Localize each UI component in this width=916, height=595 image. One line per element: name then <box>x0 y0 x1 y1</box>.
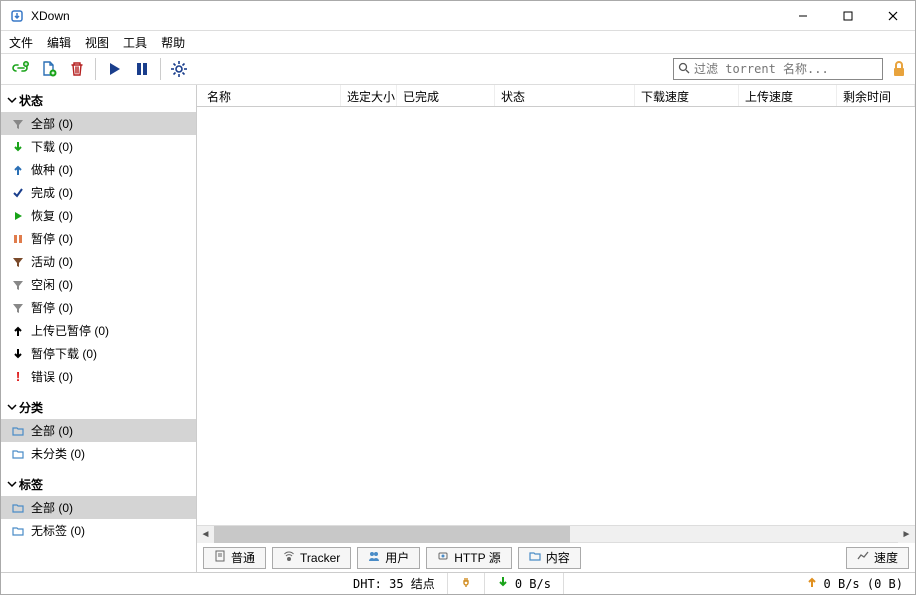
http-icon <box>437 550 449 565</box>
tab-http[interactable]: HTTP 源 <box>426 547 511 569</box>
statusbar: DHT: 35 结点 0 B/s 0 B/s (0 B) <box>1 572 915 594</box>
horizontal-scrollbar[interactable]: ◄ ► <box>197 525 915 542</box>
scroll-thumb[interactable] <box>214 526 570 543</box>
sidebar-item-stalled[interactable]: 暂停 (0) <box>1 296 196 319</box>
sidebar-item-category-uncategorized[interactable]: 未分类 (0) <box>1 442 196 465</box>
folder-icon <box>529 550 541 565</box>
users-icon <box>368 550 380 565</box>
search-input[interactable] <box>694 62 878 76</box>
scroll-left-icon[interactable]: ◄ <box>197 526 214 543</box>
folder-icon <box>11 524 25 538</box>
add-link-button[interactable] <box>9 57 33 81</box>
settings-button[interactable] <box>167 57 191 81</box>
close-button[interactable] <box>870 1 915 30</box>
table-header: 名称 选定大小 已完成 状态 下载速度 上传速度 剩余时间 <box>197 85 915 107</box>
menu-help[interactable]: 帮助 <box>161 34 185 51</box>
sidebar-header-tag[interactable]: 标签 <box>1 473 196 496</box>
error-icon: ! <box>11 370 25 384</box>
tab-general[interactable]: 普通 <box>203 547 266 569</box>
folder-icon <box>11 501 25 515</box>
pause-icon <box>11 232 25 246</box>
maximize-button[interactable] <box>825 1 870 30</box>
sidebar-item-tag-all[interactable]: 全部 (0) <box>1 496 196 519</box>
chevron-down-icon <box>7 401 19 415</box>
sidebar-item-tag-untagged[interactable]: 无标签 (0) <box>1 519 196 542</box>
lock-icon[interactable] <box>889 59 909 79</box>
sidebar-item-idle[interactable]: 空闲 (0) <box>1 273 196 296</box>
menu-tools[interactable]: 工具 <box>123 34 147 51</box>
filter-stalled-icon <box>11 301 25 315</box>
start-button[interactable] <box>102 57 126 81</box>
menu-file[interactable]: 文件 <box>9 34 33 51</box>
download-arrow-icon <box>11 140 25 154</box>
folder-icon <box>11 447 25 461</box>
search-box[interactable] <box>673 58 883 80</box>
column-down-speed[interactable]: 下载速度 <box>635 85 739 106</box>
sidebar-item-seeding[interactable]: 做种 (0) <box>1 158 196 181</box>
download-arrow-icon <box>497 576 509 591</box>
window-title: XDown <box>31 9 780 23</box>
column-size[interactable]: 选定大小 <box>341 85 397 106</box>
main-pane: 名称 选定大小 已完成 状态 下载速度 上传速度 剩余时间 ◄ ► 普通 <box>197 85 915 572</box>
delete-button[interactable] <box>65 57 89 81</box>
status-upload-speed[interactable]: 0 B/s (0 B) <box>794 576 915 591</box>
toolbar <box>1 53 915 85</box>
column-done[interactable]: 已完成 <box>397 85 495 106</box>
sidebar-item-errored[interactable]: ! 错误 (0) <box>1 365 196 388</box>
pause-button[interactable] <box>130 57 154 81</box>
table-body <box>197 107 915 525</box>
filter-icon <box>11 117 25 131</box>
menu-view[interactable]: 视图 <box>85 34 109 51</box>
chevron-down-icon <box>7 94 19 108</box>
sidebar-item-resumed[interactable]: 恢复 (0) <box>1 204 196 227</box>
upload-arrow-icon <box>11 163 25 177</box>
down-black-icon <box>11 347 25 361</box>
app-icon <box>9 8 25 24</box>
sidebar-item-download-paused[interactable]: 暂停下载 (0) <box>1 342 196 365</box>
search-icon <box>678 62 690 77</box>
scroll-right-icon[interactable]: ► <box>898 526 915 543</box>
column-name[interactable]: 名称 <box>201 85 341 106</box>
check-icon <box>11 186 25 200</box>
sidebar-item-downloading[interactable]: 下载 (0) <box>1 135 196 158</box>
sidebar-header-category[interactable]: 分类 <box>1 396 196 419</box>
sidebar: 状态 全部 (0) 下载 (0) 做种 (0) 完成 (0) 恢复 (0) <box>1 85 197 572</box>
add-file-button[interactable] <box>37 57 61 81</box>
column-eta[interactable]: 剩余时间 <box>837 85 915 106</box>
plug-icon <box>460 576 472 591</box>
filter-active-icon <box>11 255 25 269</box>
tracker-icon <box>283 550 295 565</box>
sidebar-item-all[interactable]: 全部 (0) <box>1 112 196 135</box>
bottom-tabs: 普通 Tracker 用户 HTTP 源 内容 <box>197 542 915 572</box>
sidebar-item-upload-paused[interactable]: 上传已暂停 (0) <box>1 319 196 342</box>
tab-tracker[interactable]: Tracker <box>272 547 351 569</box>
status-download-speed[interactable]: 0 B/s <box>485 576 563 591</box>
chevron-down-icon <box>7 478 19 492</box>
folder-icon <box>11 424 25 438</box>
chart-icon <box>857 550 869 565</box>
status-firewall[interactable] <box>448 576 484 591</box>
sidebar-item-category-all[interactable]: 全部 (0) <box>1 419 196 442</box>
menu-edit[interactable]: 编辑 <box>47 34 71 51</box>
column-status[interactable]: 状态 <box>495 85 635 106</box>
sidebar-item-active[interactable]: 活动 (0) <box>1 250 196 273</box>
status-dht[interactable]: DHT: 35 结点 <box>341 575 447 592</box>
tab-content[interactable]: 内容 <box>518 547 581 569</box>
document-icon <box>214 550 226 565</box>
up-black-icon <box>11 324 25 338</box>
menubar: 文件 编辑 视图 工具 帮助 <box>1 31 915 53</box>
play-icon <box>11 209 25 223</box>
filter-idle-icon <box>11 278 25 292</box>
tab-speed[interactable]: 速度 <box>846 547 909 569</box>
upload-arrow-icon <box>806 576 818 591</box>
sidebar-header-status[interactable]: 状态 <box>1 89 196 112</box>
titlebar: XDown <box>1 1 915 31</box>
sidebar-item-paused[interactable]: 暂停 (0) <box>1 227 196 250</box>
minimize-button[interactable] <box>780 1 825 30</box>
tab-users[interactable]: 用户 <box>357 547 420 569</box>
column-up-speed[interactable]: 上传速度 <box>739 85 837 106</box>
sidebar-item-completed[interactable]: 完成 (0) <box>1 181 196 204</box>
